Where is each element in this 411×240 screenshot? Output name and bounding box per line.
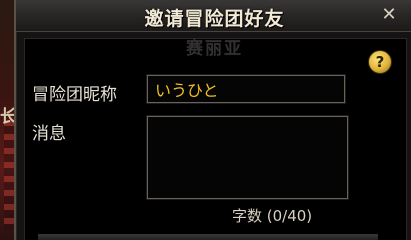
char-count: 字数 (0/40) (232, 207, 313, 225)
help-icon[interactable]: ? (368, 50, 392, 74)
message-textarea[interactable] (146, 115, 349, 200)
send-button-edge[interactable] (38, 234, 378, 240)
background-character-name: 赛丽亚 (186, 39, 243, 59)
message-label: 消息 (32, 124, 66, 144)
close-icon[interactable]: ✕ (379, 4, 399, 26)
dialog-title-bar[interactable]: 邀请冒险团好友 ✕ (16, 0, 411, 32)
invite-friend-dialog: 邀请冒险团好友 ✕ 赛丽亚 ? 冒险团昵称 消息 字数 (0/40) (14, 0, 411, 240)
nickname-input[interactable] (146, 74, 346, 104)
dialog-title: 邀请冒险团好友 (144, 8, 285, 30)
nickname-label: 冒险团昵称 (32, 85, 117, 105)
game-screen: 长 邀请冒险团好友 ✕ 赛丽亚 ? 冒险团昵称 消息 字数 (0/40) (0, 0, 411, 240)
